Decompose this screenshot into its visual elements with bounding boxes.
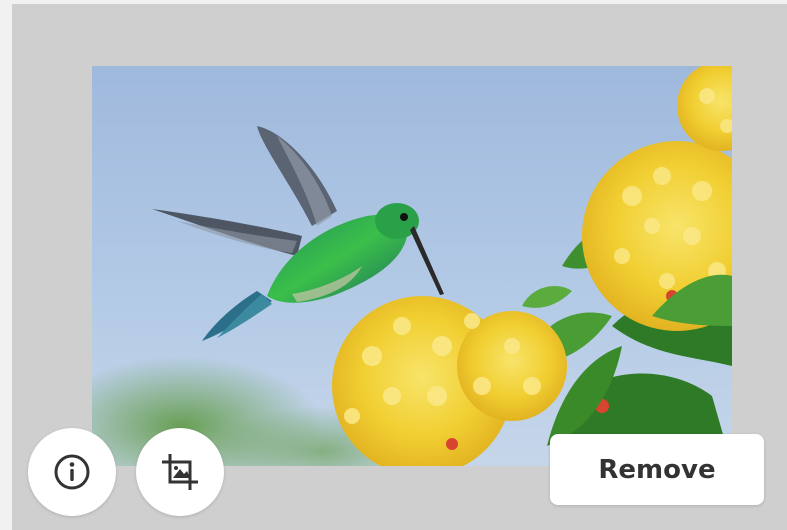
uploaded-photo [92, 66, 732, 466]
crop-image-button[interactable] [136, 428, 224, 516]
crop-image-icon [162, 454, 198, 490]
image-upload-panel: Remove [12, 4, 787, 530]
remove-button-label: Remove [598, 454, 716, 485]
hummingbird-photo [92, 66, 732, 466]
remove-button[interactable]: Remove [550, 434, 764, 505]
info-icon [54, 454, 90, 490]
info-button[interactable] [28, 428, 116, 516]
